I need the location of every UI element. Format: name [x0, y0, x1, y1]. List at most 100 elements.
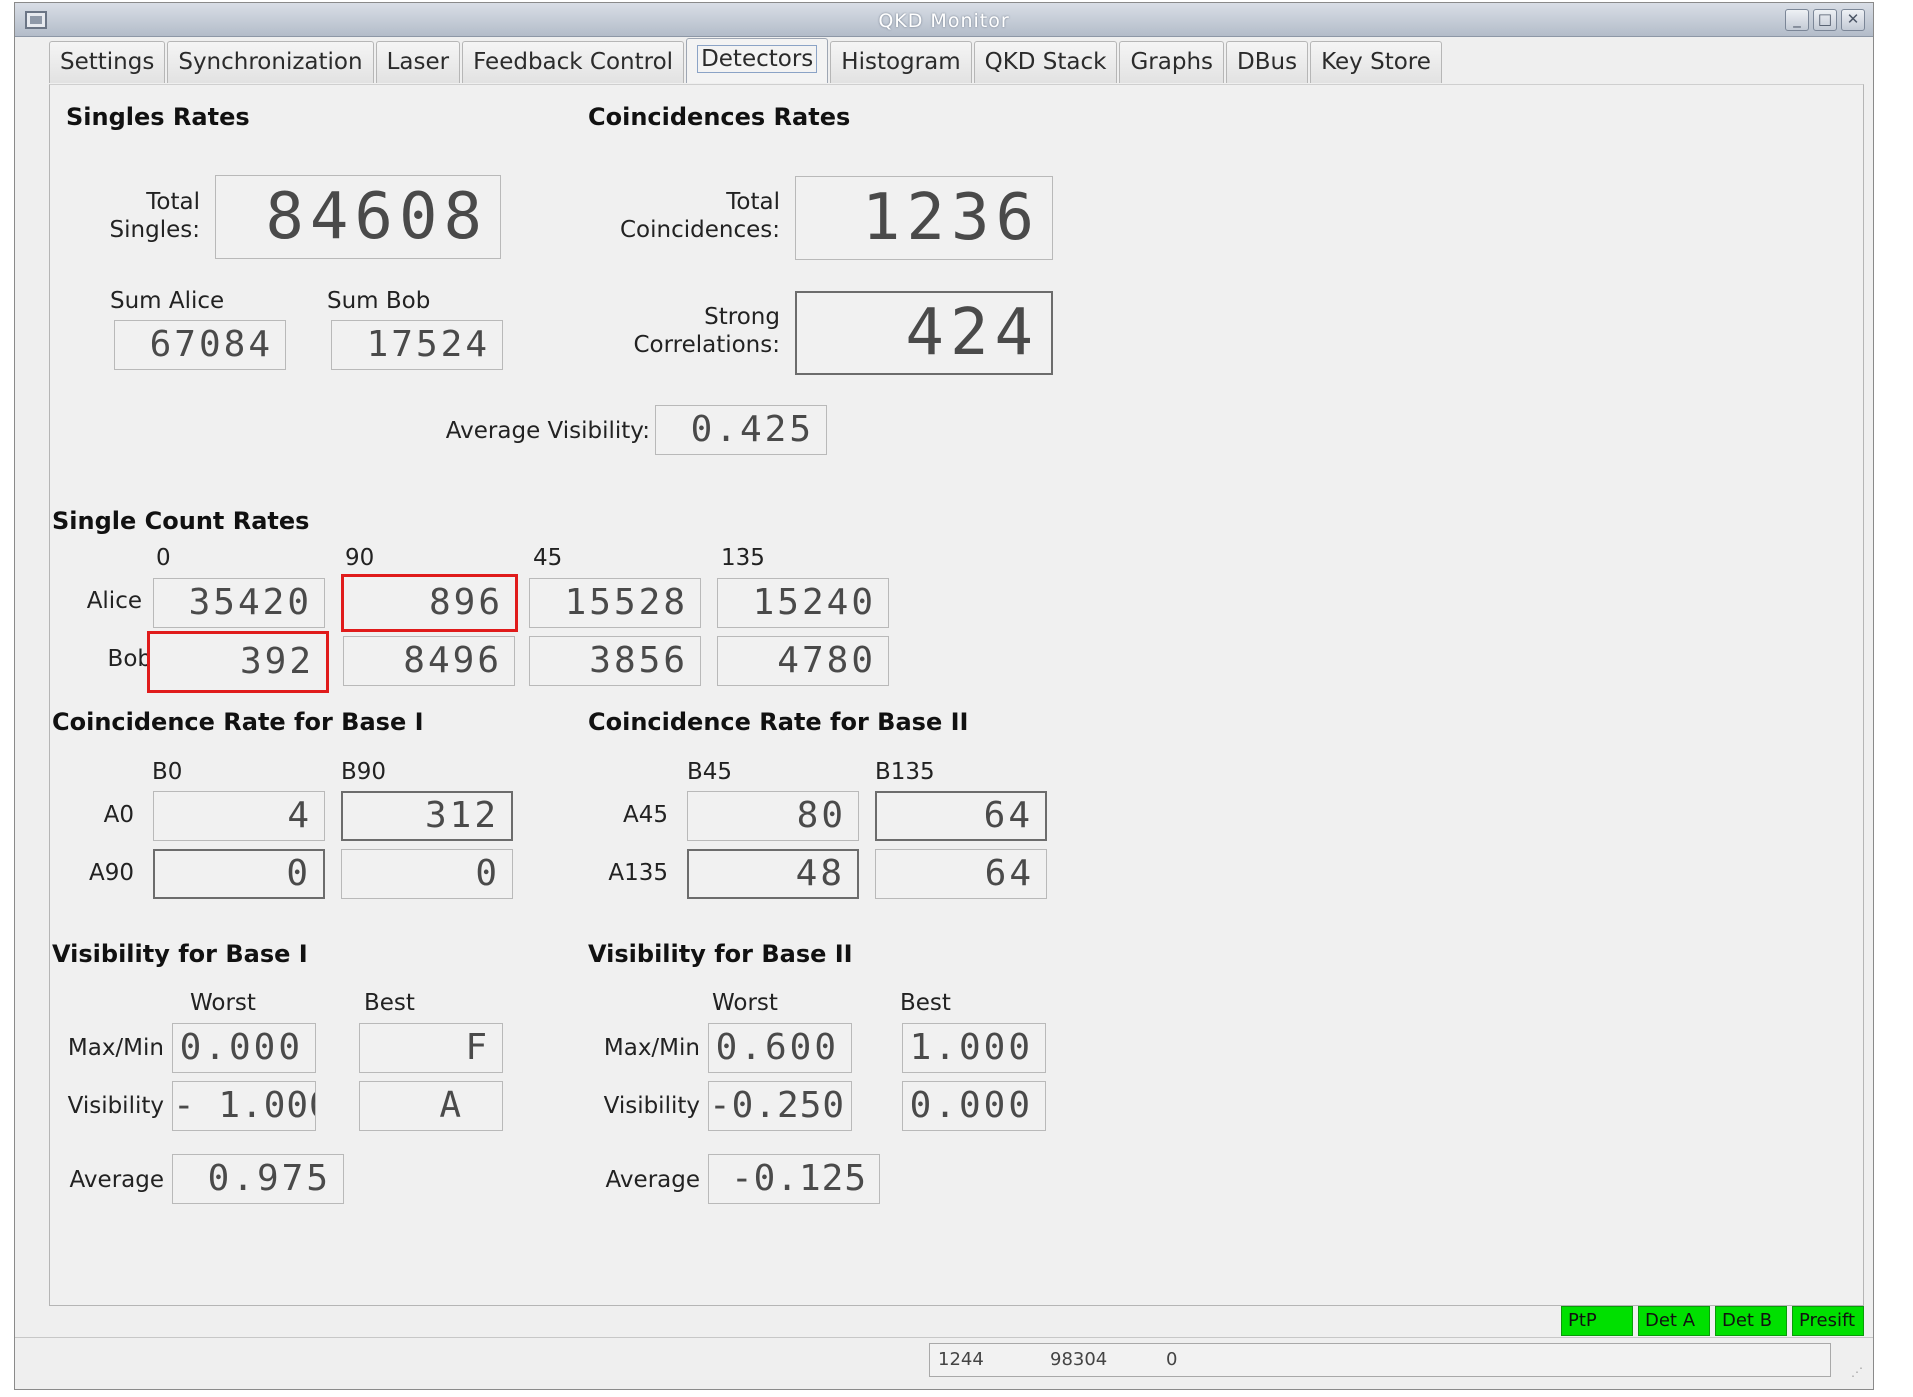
a90-b90-display: 0 — [341, 849, 513, 899]
vis1-visibility-best-display: A — [359, 1081, 503, 1131]
vis1-maxmin-label: Max/Min — [67, 1035, 164, 1061]
minimize-icon[interactable]: _ — [1785, 9, 1809, 31]
base1-col-b90: B90 — [341, 759, 387, 785]
total-singles-display: 84608 — [215, 175, 501, 259]
strong-correlations-label-1: Strong — [704, 304, 780, 330]
maximize-icon[interactable]: □ — [1813, 9, 1837, 31]
total-singles-label-1: Total — [146, 189, 200, 215]
tab-detectors[interactable]: Detectors — [686, 38, 829, 83]
title-bar: QKD Monitor _ □ ✕ — [15, 3, 1873, 37]
tab-detectors-label: Detectors — [697, 45, 818, 73]
single-count-rates-heading: Single Count Rates — [52, 507, 310, 535]
det-b-status-light: Det B — [1715, 1306, 1787, 1336]
base2-row-a45: A45 — [622, 802, 668, 828]
status-bar-message: 1244 98304 0 — [929, 1343, 1831, 1377]
alice-row-label: Alice — [86, 588, 142, 614]
status-value-1: 1244 — [938, 1349, 984, 1370]
vis2-maxmin-worst-display: 0.600 — [708, 1023, 852, 1073]
coincidences-rates-heading: Coincidences Rates — [588, 103, 851, 131]
total-coincidences-label-1: Total — [726, 189, 780, 215]
bob-45-display: 3856 — [529, 636, 701, 686]
vis1-visibility-worst-display: - 1.000 — [172, 1081, 316, 1131]
alice-0-display: 35420 — [153, 578, 325, 628]
total-coincidences-label-2: Coincidences: — [620, 217, 780, 243]
vis2-visibility-worst-display: -0.250 — [708, 1081, 852, 1131]
vis1-visibility-label: Visibility — [67, 1093, 164, 1119]
det-a-status-light: Det A — [1638, 1306, 1710, 1336]
a135-b135-display: 64 — [875, 849, 1047, 899]
singles-rates-heading: Singles Rates — [66, 103, 250, 131]
average-visibility-label: Average Visibility: — [445, 418, 650, 444]
alice-90-display: 896 — [341, 574, 518, 632]
tab-qkd-stack[interactable]: QKD Stack — [973, 41, 1118, 83]
tab-bar: Settings Synchronization Laser Feedback … — [49, 38, 1444, 85]
a0-b0-display: 4 — [153, 791, 325, 841]
tab-settings[interactable]: Settings — [49, 41, 166, 83]
vis2-worst-label: Worst — [712, 990, 778, 1016]
tab-laser[interactable]: Laser — [375, 41, 461, 83]
vis1-worst-label: Worst — [190, 990, 256, 1016]
vis1-maxmin-worst-display: 0.000 — [172, 1023, 316, 1073]
vis2-heading: Visibility for Base II — [588, 940, 853, 968]
detectors-panel: Singles Rates Total Singles: 84608 Sum A… — [49, 84, 1864, 1306]
tab-graphs[interactable]: Graphs — [1119, 41, 1225, 83]
sum-bob-label: Sum Bob — [327, 288, 431, 314]
a45-b135-display: 64 — [875, 791, 1047, 841]
total-coincidences-display: 1236 — [795, 176, 1053, 260]
tab-feedback-control[interactable]: Feedback Control — [462, 41, 685, 83]
vis1-best-label: Best — [364, 990, 415, 1016]
alice-45-display: 15528 — [529, 578, 701, 628]
window-title: QKD Monitor — [878, 10, 1010, 32]
tab-histogram[interactable]: Histogram — [830, 41, 972, 83]
alice-135-display: 15240 — [717, 578, 889, 628]
close-icon[interactable]: ✕ — [1841, 9, 1865, 31]
total-singles-label-2: Singles: — [109, 217, 200, 243]
bob-90-display: 8496 — [343, 636, 515, 686]
tab-dbus[interactable]: DBus — [1226, 41, 1309, 83]
vis1-average-label: Average — [69, 1167, 164, 1193]
ptp-status-light: PtP — [1561, 1306, 1633, 1336]
vis2-average-display: -0.125 — [708, 1154, 880, 1204]
col-header-0: 0 — [156, 545, 171, 571]
vis2-maxmin-label: Max/Min — [603, 1035, 700, 1061]
bob-135-display: 4780 — [717, 636, 889, 686]
vis2-visibility-label: Visibility — [603, 1093, 700, 1119]
vis2-average-label: Average — [605, 1167, 700, 1193]
tab-synchronization[interactable]: Synchronization — [167, 41, 374, 83]
presift-status-light: Presift — [1792, 1306, 1864, 1336]
base1-heading: Coincidence Rate for Base I — [52, 708, 424, 736]
base1-row-a0: A0 — [103, 802, 134, 828]
status-value-2: 98304 — [1050, 1349, 1108, 1370]
sum-bob-display: 17524 — [331, 320, 503, 370]
status-value-3: 0 — [1166, 1349, 1178, 1370]
resize-grip-icon[interactable]: ⋰ — [1851, 1365, 1863, 1397]
vis1-heading: Visibility for Base I — [52, 940, 308, 968]
base2-col-b135: B135 — [875, 759, 935, 785]
a0-b90-display: 312 — [341, 791, 513, 841]
base1-row-a90: A90 — [88, 860, 134, 886]
a45-b45-display: 80 — [687, 791, 859, 841]
sum-alice-display: 67084 — [114, 320, 286, 370]
bob-row-label: Bob — [107, 646, 152, 672]
col-header-135: 135 — [721, 545, 765, 571]
col-header-45: 45 — [533, 545, 563, 571]
main-window: QKD Monitor _ □ ✕ Settings Synchronizati… — [14, 2, 1874, 1390]
vis1-average-display: 0.975 — [172, 1154, 344, 1204]
vis2-maxmin-best-display: 1.000 — [902, 1023, 1046, 1073]
strong-correlations-display: 424 — [795, 291, 1053, 375]
base2-col-b45: B45 — [687, 759, 733, 785]
bob-0-display: 392 — [147, 631, 329, 693]
status-lights: PtP Det A Det B Presift — [1556, 1306, 1864, 1336]
a90-b0-display: 0 — [153, 849, 325, 899]
col-header-90: 90 — [345, 545, 375, 571]
base1-col-b0: B0 — [152, 759, 183, 785]
vis2-best-label: Best — [900, 990, 951, 1016]
vis1-maxmin-best-display: F — [359, 1023, 503, 1073]
vis2-visibility-best-display: 0.000 — [902, 1081, 1046, 1131]
a135-b45-display: 48 — [687, 849, 859, 899]
average-visibility-display: 0.425 — [655, 405, 827, 455]
tab-key-store[interactable]: Key Store — [1310, 41, 1442, 83]
sum-alice-label: Sum Alice — [110, 288, 225, 314]
base2-heading: Coincidence Rate for Base II — [588, 708, 969, 736]
status-bar-divider — [15, 1337, 1873, 1338]
